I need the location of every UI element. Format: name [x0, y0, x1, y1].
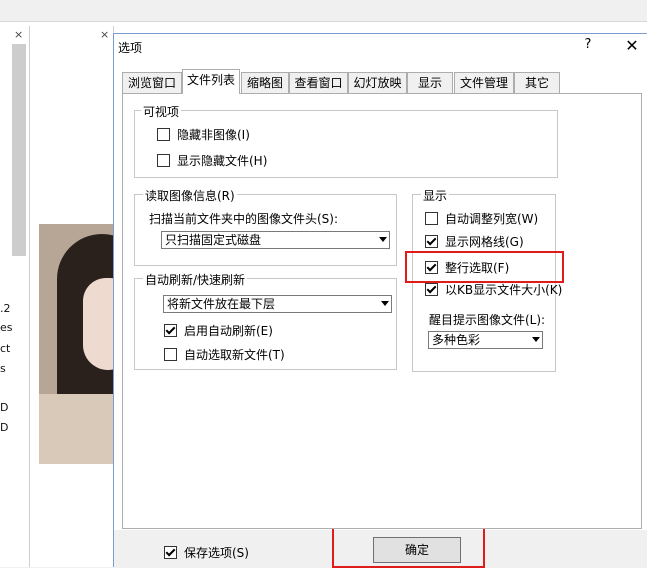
annotation-highlight-box — [405, 251, 564, 283]
checkbox-label: 自动选取新文件(T) — [184, 348, 285, 362]
scan-mode-select[interactable]: 只扫描固定式磁盘 — [161, 231, 390, 249]
auto-select-new-files-checkbox[interactable] — [164, 348, 177, 361]
background-text-fragment: es — [0, 321, 13, 334]
checkbox-label: 自动调整列宽(W) — [445, 212, 539, 226]
background-text-fragment: .2 — [0, 302, 11, 315]
auto-refresh-group: 自动刷新/快速刷新 将新文件放在最下层 启用自动刷新(E) 自动选取新文件(T) — [134, 271, 397, 370]
tab-view-window[interactable]: 查看窗口 — [289, 72, 348, 93]
tab-browser-window[interactable]: 浏览窗口 — [122, 72, 182, 93]
new-file-position-value: 将新文件放在最下层 — [167, 297, 276, 311]
group-caption: 可视项 — [141, 103, 182, 120]
tab-file-management[interactable]: 文件管理 — [454, 72, 514, 93]
hide-non-images-option[interactable]: 隐藏非图像(I) — [157, 126, 250, 143]
checkbox-label: 隐藏非图像(I) — [177, 128, 250, 142]
checkbox-label: 保存选项(S) — [184, 546, 249, 560]
display-group: 显示 自动调整列宽(W) 显示网格线(G) 整行选取(F) 以KB显示文件大小(… — [412, 187, 562, 372]
background-text-fragment: ct — [0, 342, 11, 355]
hide-non-images-checkbox[interactable] — [157, 128, 170, 141]
enable-auto-refresh-option[interactable]: 启用自动刷新(E) — [164, 322, 273, 339]
auto-column-width-checkbox[interactable] — [425, 212, 438, 225]
new-file-position-select[interactable]: 将新文件放在最下层 — [163, 295, 392, 313]
highlight-color-select[interactable]: 多种色彩 — [428, 331, 543, 349]
background-close-icon-2[interactable]: × — [100, 28, 109, 41]
background-text-fragment: D — [0, 401, 9, 414]
highlight-images-label: 醒目提示图像文件(L): — [429, 313, 546, 327]
tab-file-list[interactable]: 文件列表 — [182, 69, 240, 94]
background-text-fragment: D — [0, 421, 9, 434]
scan-mode-value: 只扫描固定式磁盘 — [165, 233, 262, 247]
options-dialog: 选项 ? ✕ 浏览窗口 文件列表 缩略图 查看窗口 幻灯放映 显示 文件管理 其… — [113, 33, 647, 568]
tab-thumbnail[interactable]: 缩略图 — [241, 72, 289, 93]
enable-auto-refresh-checkbox[interactable] — [164, 324, 177, 337]
group-caption: 显示 — [421, 187, 450, 204]
group-caption: 读取图像信息(R) — [143, 187, 237, 204]
show-grid-lines-checkbox[interactable] — [425, 235, 438, 248]
file-list-tab-panel: 可视项 隐藏非图像(I) 显示隐藏文件(H) 读取图像信息(R) 扫描当前文件夹… — [122, 93, 642, 529]
chevron-down-icon — [381, 301, 389, 306]
thumbnail-photo[interactable] — [39, 224, 119, 464]
tab-other[interactable]: 其它 — [514, 72, 560, 93]
show-hidden-files-option[interactable]: 显示隐藏文件(H) — [157, 152, 267, 169]
ok-button[interactable]: 确定 — [373, 537, 461, 563]
checkbox-label: 显示隐藏文件(H) — [177, 154, 268, 168]
scan-headers-label: 扫描当前文件夹中的图像文件头(S): — [149, 212, 339, 226]
help-button[interactable]: ? — [580, 37, 596, 52]
save-options-option[interactable]: 保存选项(S) — [164, 544, 249, 561]
chevron-down-icon — [532, 337, 540, 342]
checkbox-label: 显示网格线(G) — [445, 235, 524, 249]
show-hidden-files-checkbox[interactable] — [157, 154, 170, 167]
read-image-info-group: 读取图像信息(R) 扫描当前文件夹中的图像文件头(S): 只扫描固定式磁盘 — [134, 187, 397, 266]
background-close-icon[interactable]: × — [14, 28, 23, 41]
chevron-down-icon — [379, 237, 387, 242]
background-text-fragment: s — [0, 362, 6, 375]
size-in-kb-checkbox[interactable] — [425, 283, 438, 296]
background-toolbar — [0, 0, 647, 22]
group-caption: 自动刷新/快速刷新 — [143, 271, 248, 288]
size-in-kb-option[interactable]: 以KB显示文件大小(K) — [425, 281, 562, 298]
photo-body-shape — [39, 394, 119, 464]
checkbox-label: 启用自动刷新(E) — [184, 324, 273, 338]
background-scrollbar-thumb[interactable] — [12, 44, 26, 256]
checkbox-label: 以KB显示文件大小(K) — [445, 283, 563, 297]
dialog-title: 选项 — [118, 41, 143, 55]
close-button[interactable]: ✕ — [622, 36, 642, 55]
save-options-checkbox[interactable] — [164, 546, 177, 559]
highlight-color-value: 多种色彩 — [432, 333, 481, 347]
auto-select-new-files-option[interactable]: 自动选取新文件(T) — [164, 346, 285, 363]
auto-column-width-option[interactable]: 自动调整列宽(W) — [425, 210, 538, 227]
visible-items-group: 可视项 隐藏非图像(I) 显示隐藏文件(H) — [134, 103, 558, 178]
tab-display[interactable]: 显示 — [407, 72, 453, 93]
show-grid-lines-option[interactable]: 显示网格线(G) — [425, 233, 524, 250]
tab-slideshow[interactable]: 幻灯放映 — [348, 72, 407, 93]
